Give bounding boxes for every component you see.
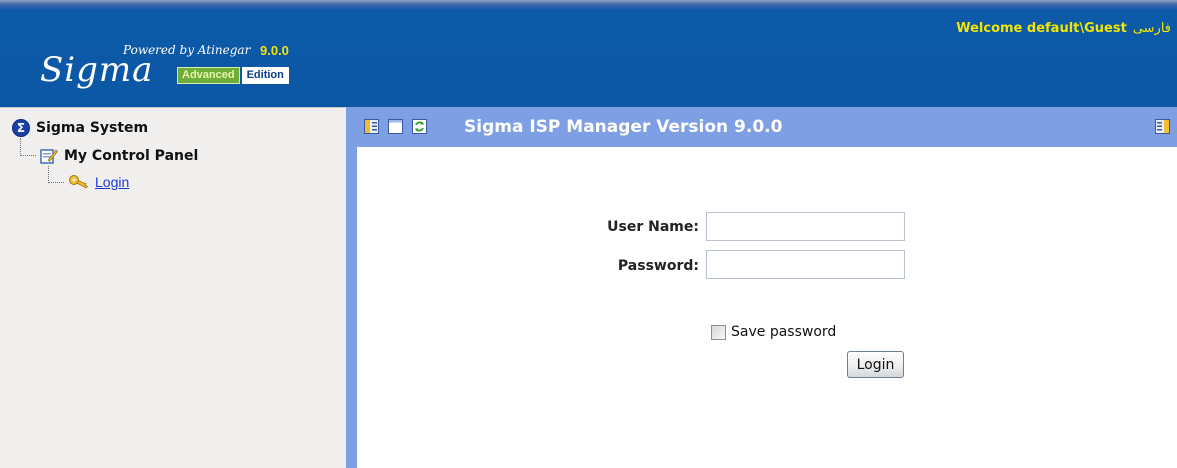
username-field[interactable] xyxy=(706,212,905,241)
login-form: User Name: Password: Save password Login xyxy=(357,147,1177,468)
save-password-row: Save password xyxy=(711,324,836,340)
tree-item-label: Sigma System xyxy=(36,120,149,136)
sidebar-splitter[interactable] xyxy=(346,107,357,468)
window-icon[interactable] xyxy=(388,119,403,134)
logo-version: 9.0.0 xyxy=(260,43,289,58)
sigma-icon: Σ xyxy=(12,119,30,137)
app-header: Powered by Atinegar 9.0.0 Sigma Advanced… xyxy=(0,0,1177,107)
tree-line-panel xyxy=(48,166,64,183)
sidebar: Σ Sigma System My Control Panel Login xyxy=(0,107,346,468)
save-password-checkbox[interactable] xyxy=(711,324,726,340)
page-title: Sigma ISP Manager Version 9.0.0 xyxy=(464,117,783,137)
key-icon xyxy=(68,174,90,190)
refresh-icon[interactable] xyxy=(412,119,427,134)
login-link[interactable]: Login xyxy=(95,174,129,190)
control-panel-icon xyxy=(40,147,58,165)
language-link[interactable]: فارسی xyxy=(1133,21,1171,36)
username-label: User Name: xyxy=(607,219,699,235)
welcome-area: Welcome default\Guest فارسی xyxy=(956,21,1171,36)
tree-item-sigma-system[interactable]: Σ Sigma System xyxy=(12,119,148,137)
toggle-right-panel-icon[interactable] xyxy=(1155,119,1170,134)
tree-line-root xyxy=(20,138,36,156)
tree-item-login[interactable]: Login xyxy=(68,174,129,190)
welcome-text: Welcome default\Guest xyxy=(956,21,1127,36)
tree-item-my-control-panel[interactable]: My Control Panel xyxy=(40,147,198,165)
sigma-logo: Powered by Atinegar 9.0.0 Sigma Advanced… xyxy=(40,40,340,100)
tree-item-label: My Control Panel xyxy=(64,148,199,164)
title-toolbar xyxy=(364,119,427,134)
toggle-sidebar-icon[interactable] xyxy=(364,119,379,134)
logo-edition-badges: Advanced Edition xyxy=(177,67,289,84)
logo-name: Sigma xyxy=(40,50,154,90)
save-password-label[interactable]: Save password xyxy=(731,324,836,340)
password-field[interactable] xyxy=(706,250,905,279)
password-label: Password: xyxy=(617,258,699,274)
title-bar: Sigma ISP Manager Version 9.0.0 xyxy=(357,107,1177,147)
badge-edition: Edition xyxy=(241,67,289,84)
login-button[interactable]: Login xyxy=(847,351,904,378)
badge-advanced: Advanced xyxy=(177,67,240,84)
